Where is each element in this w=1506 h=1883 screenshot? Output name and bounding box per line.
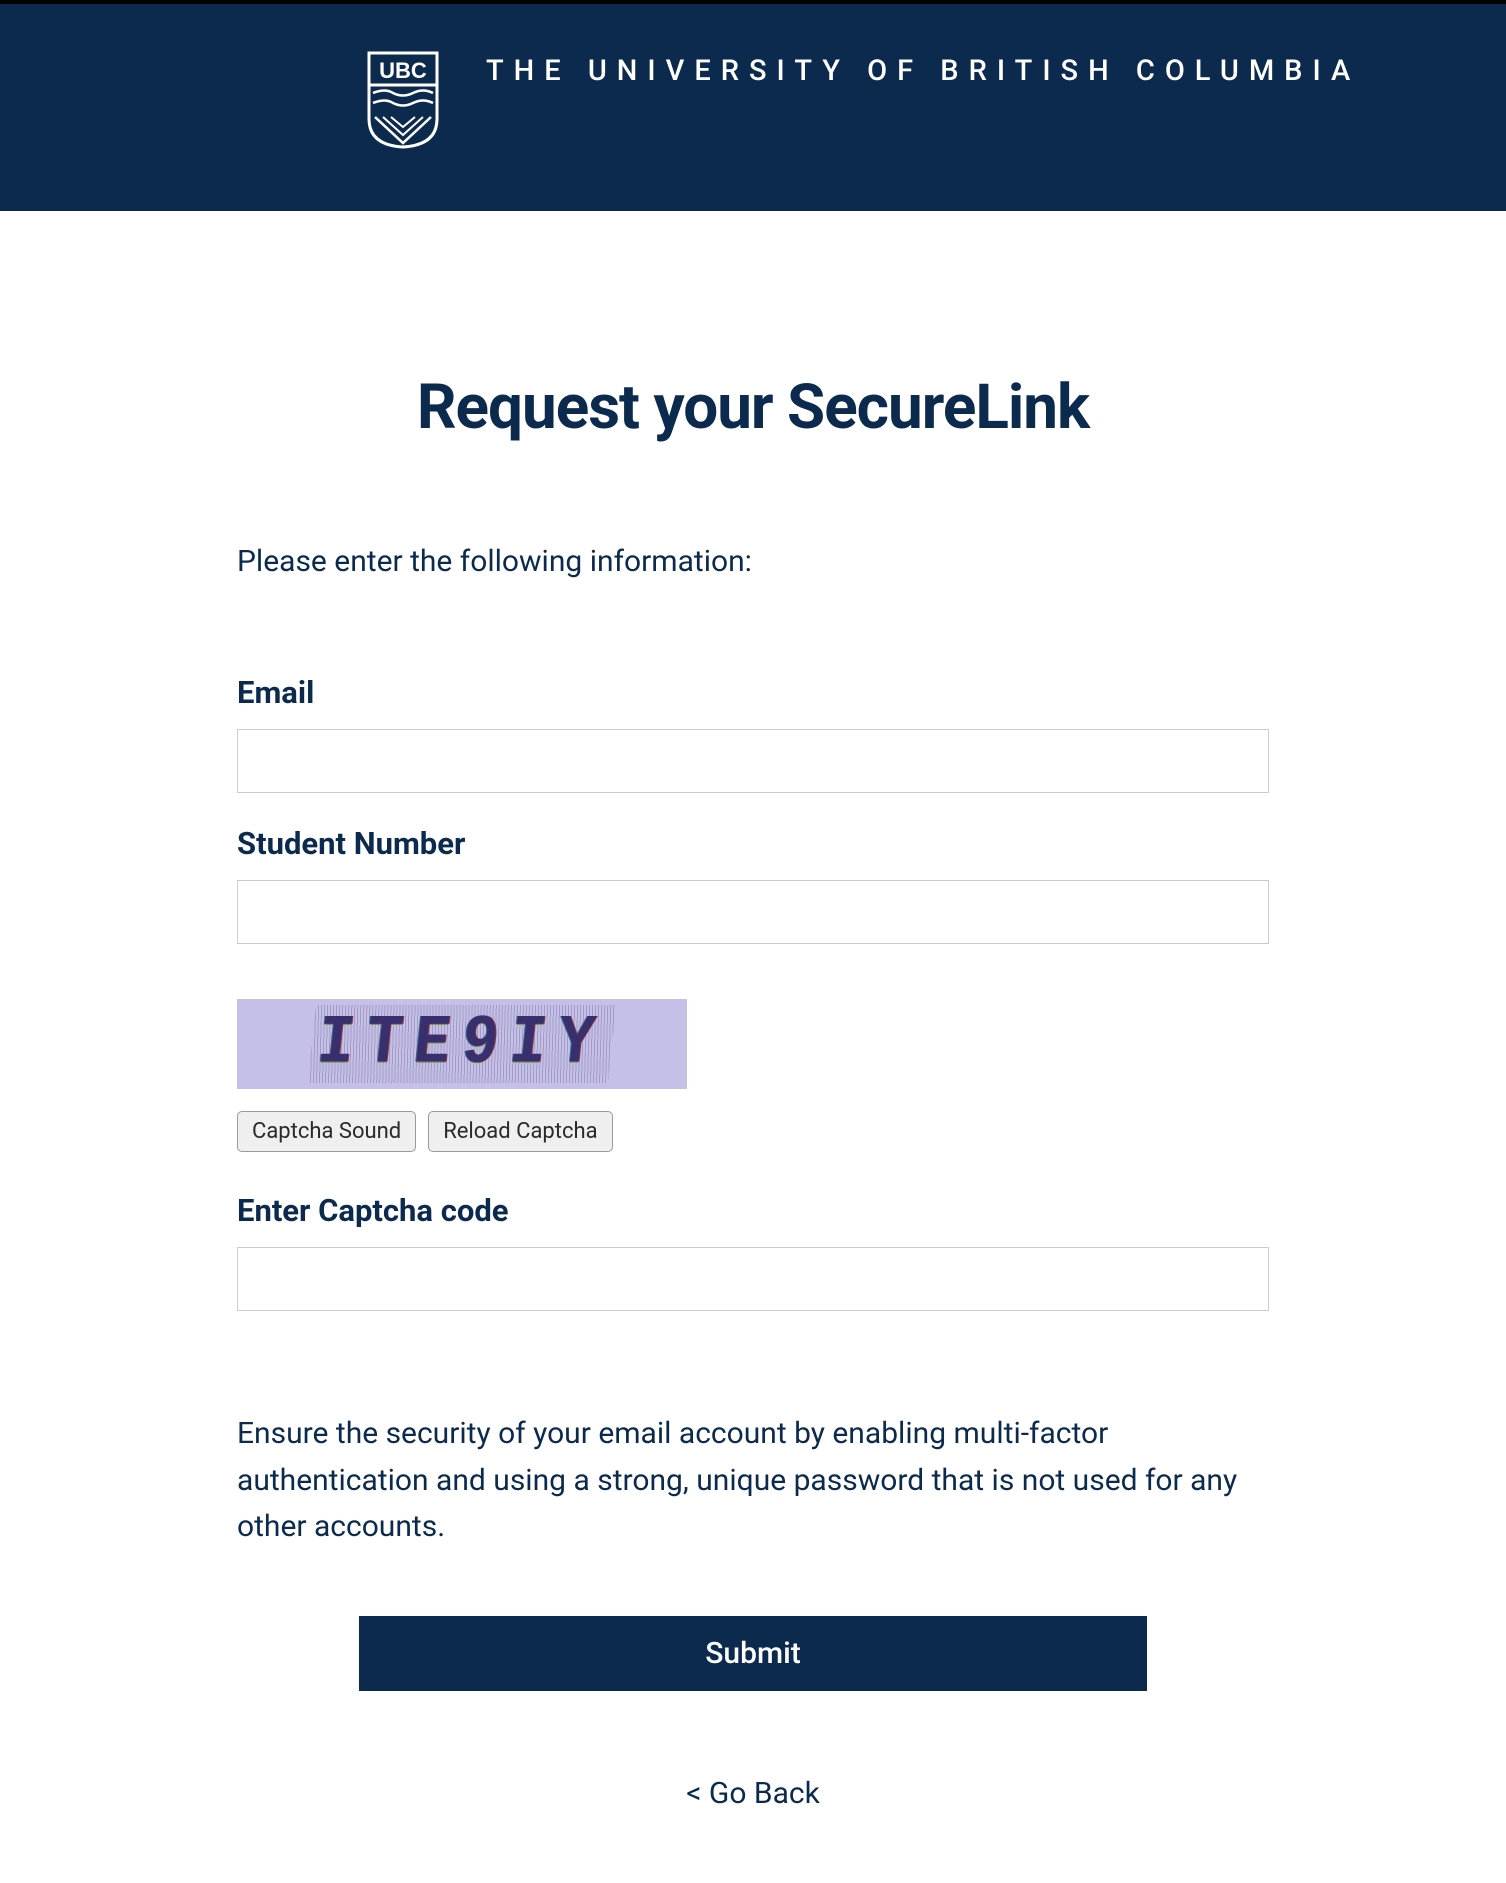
- email-group: Email: [237, 674, 1269, 793]
- captcha-image: ITE9IY: [237, 999, 687, 1089]
- reload-captcha-button[interactable]: Reload Captcha: [428, 1111, 612, 1152]
- submit-button[interactable]: Submit: [359, 1616, 1147, 1691]
- svg-text:UBC: UBC: [379, 58, 427, 83]
- intro-text: Please enter the following information:: [237, 544, 1269, 579]
- captcha-code-group: Enter Captcha code: [237, 1192, 1269, 1311]
- go-back-link[interactable]: < Go Back: [237, 1776, 1269, 1871]
- captcha-sound-button[interactable]: Captcha Sound: [237, 1111, 416, 1152]
- security-note: Ensure the security of your email accoun…: [237, 1411, 1269, 1551]
- ubc-logo-icon: UBC: [365, 49, 441, 149]
- student-number-label: Student Number: [237, 825, 1269, 862]
- captcha-display-text: ITE9IY: [308, 1005, 616, 1083]
- email-input[interactable]: [237, 729, 1269, 793]
- student-number-group: Student Number: [237, 825, 1269, 944]
- email-label: Email: [237, 674, 1269, 711]
- university-name: THE UNIVERSITY OF BRITISH COLUMBIA: [486, 49, 1360, 88]
- captcha-code-label: Enter Captcha code: [237, 1192, 1269, 1229]
- site-header: UBC THE UNIVERSITY OF BRITISH COLUMBIA: [0, 0, 1506, 211]
- page-title: Request your SecureLink: [237, 371, 1269, 444]
- student-number-input[interactable]: [237, 880, 1269, 944]
- captcha-code-input[interactable]: [237, 1247, 1269, 1311]
